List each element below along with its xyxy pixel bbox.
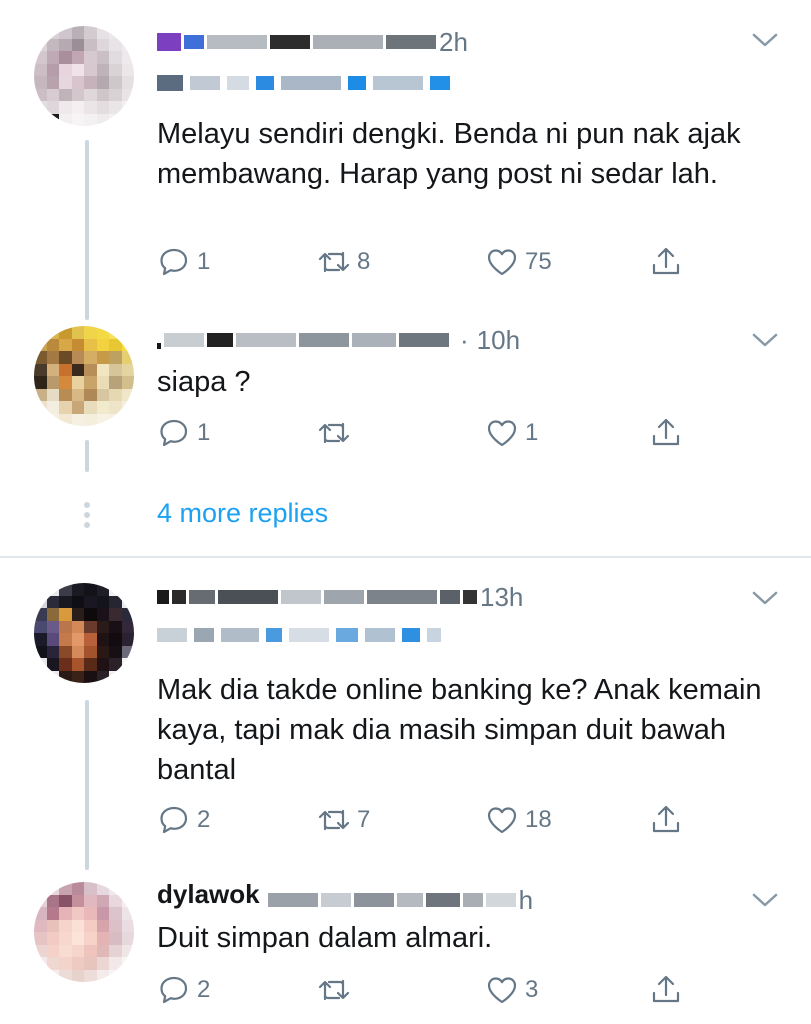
reply-button[interactable]: 2: [157, 970, 210, 1010]
reply-count: 1: [197, 419, 211, 446]
reply-count: 2: [197, 806, 211, 833]
share-button[interactable]: [649, 242, 683, 282]
tweet-actions: 1 8 75: [157, 242, 717, 282]
tweet-time[interactable]: 13h: [480, 582, 523, 613]
censored-handle: [270, 35, 310, 49]
avatar[interactable]: [34, 26, 134, 126]
like-button[interactable]: 3: [485, 970, 538, 1010]
share-button[interactable]: [649, 413, 683, 453]
tweet-text: Duit simpan dalam almari.: [157, 922, 493, 954]
caret-down-icon[interactable]: [751, 588, 779, 608]
tweet-actions: 2 3: [157, 970, 717, 1010]
separator-dot: ·: [460, 324, 469, 355]
share-icon: [652, 247, 680, 275]
reply-icon: [160, 419, 188, 447]
retweet-button[interactable]: [317, 413, 357, 453]
thread-connector-line: [85, 140, 89, 320]
retweet-button[interactable]: 8: [317, 242, 370, 282]
replying-to: [157, 622, 444, 648]
like-icon: [487, 420, 517, 447]
thread-connector-line: [85, 700, 89, 870]
reply-count: 1: [197, 248, 211, 275]
like-button[interactable]: 18: [485, 800, 552, 840]
tweet-header: dylawok h: [157, 879, 533, 920]
censored-name: [184, 35, 204, 49]
tweet-text: siapa ?: [157, 366, 251, 398]
tweet-time[interactable]: 10h: [477, 325, 520, 356]
retweet-icon: [318, 979, 350, 1001]
like-button[interactable]: 1: [485, 413, 538, 453]
share-button[interactable]: [649, 970, 683, 1010]
censored-handle: [386, 35, 436, 49]
censored-handle: [313, 35, 383, 49]
more-replies-dots: [84, 502, 90, 528]
reply-icon: [160, 976, 188, 1004]
like-count: 1: [525, 419, 539, 446]
caret-down-icon[interactable]: [751, 330, 779, 350]
tweet-time[interactable]: 2h: [439, 27, 468, 58]
like-button[interactable]: 75: [485, 242, 552, 282]
censored-handle: [207, 35, 267, 49]
tweet-header: 2h: [157, 22, 468, 62]
tweet-time[interactable]: h: [519, 885, 533, 916]
like-icon: [487, 977, 517, 1004]
replying-to: [157, 70, 453, 96]
display-name[interactable]: dylawok: [157, 879, 260, 910]
retweet-icon: [318, 809, 350, 831]
retweet-icon: [318, 251, 350, 273]
retweet-count: 8: [357, 248, 371, 275]
like-count: 3: [525, 976, 539, 1003]
retweet-button[interactable]: [317, 970, 357, 1010]
retweet-button[interactable]: 7: [317, 800, 370, 840]
reply-button[interactable]: 1: [157, 242, 210, 282]
retweet-icon: [318, 422, 350, 444]
reply-icon: [160, 248, 188, 276]
avatar[interactable]: [34, 326, 134, 426]
share-button[interactable]: [649, 800, 683, 840]
divider: [0, 556, 811, 558]
more-replies-link[interactable]: 4 more replies: [157, 498, 328, 529]
like-icon: [487, 249, 517, 276]
reply-count: 2: [197, 976, 211, 1003]
tweet-header: · 10h: [157, 320, 520, 360]
retweet-count: 7: [357, 806, 371, 833]
share-icon: [652, 975, 680, 1003]
tweet-actions: 2 7 18: [157, 800, 717, 840]
tweet-text: Mak dia takde online banking ke? Anak ke…: [157, 674, 762, 786]
avatar[interactable]: [34, 583, 134, 683]
caret-down-icon[interactable]: [751, 890, 779, 910]
censored-name: [157, 33, 181, 51]
tweet-actions: 1 1: [157, 413, 717, 453]
thread-connector-line: [85, 440, 89, 472]
reply-button[interactable]: 1: [157, 413, 210, 453]
share-icon: [652, 418, 680, 446]
tweet-header: 13h: [157, 577, 523, 617]
tweet-text: Melayu sendiri dengki. Benda ni pun nak …: [157, 118, 741, 190]
like-count: 18: [525, 806, 552, 833]
share-icon: [652, 805, 680, 833]
reply-icon: [160, 806, 188, 834]
avatar[interactable]: [34, 882, 134, 982]
like-count: 75: [525, 248, 552, 275]
reply-button[interactable]: 2: [157, 800, 210, 840]
like-icon: [487, 807, 517, 834]
caret-down-icon[interactable]: [751, 30, 779, 50]
